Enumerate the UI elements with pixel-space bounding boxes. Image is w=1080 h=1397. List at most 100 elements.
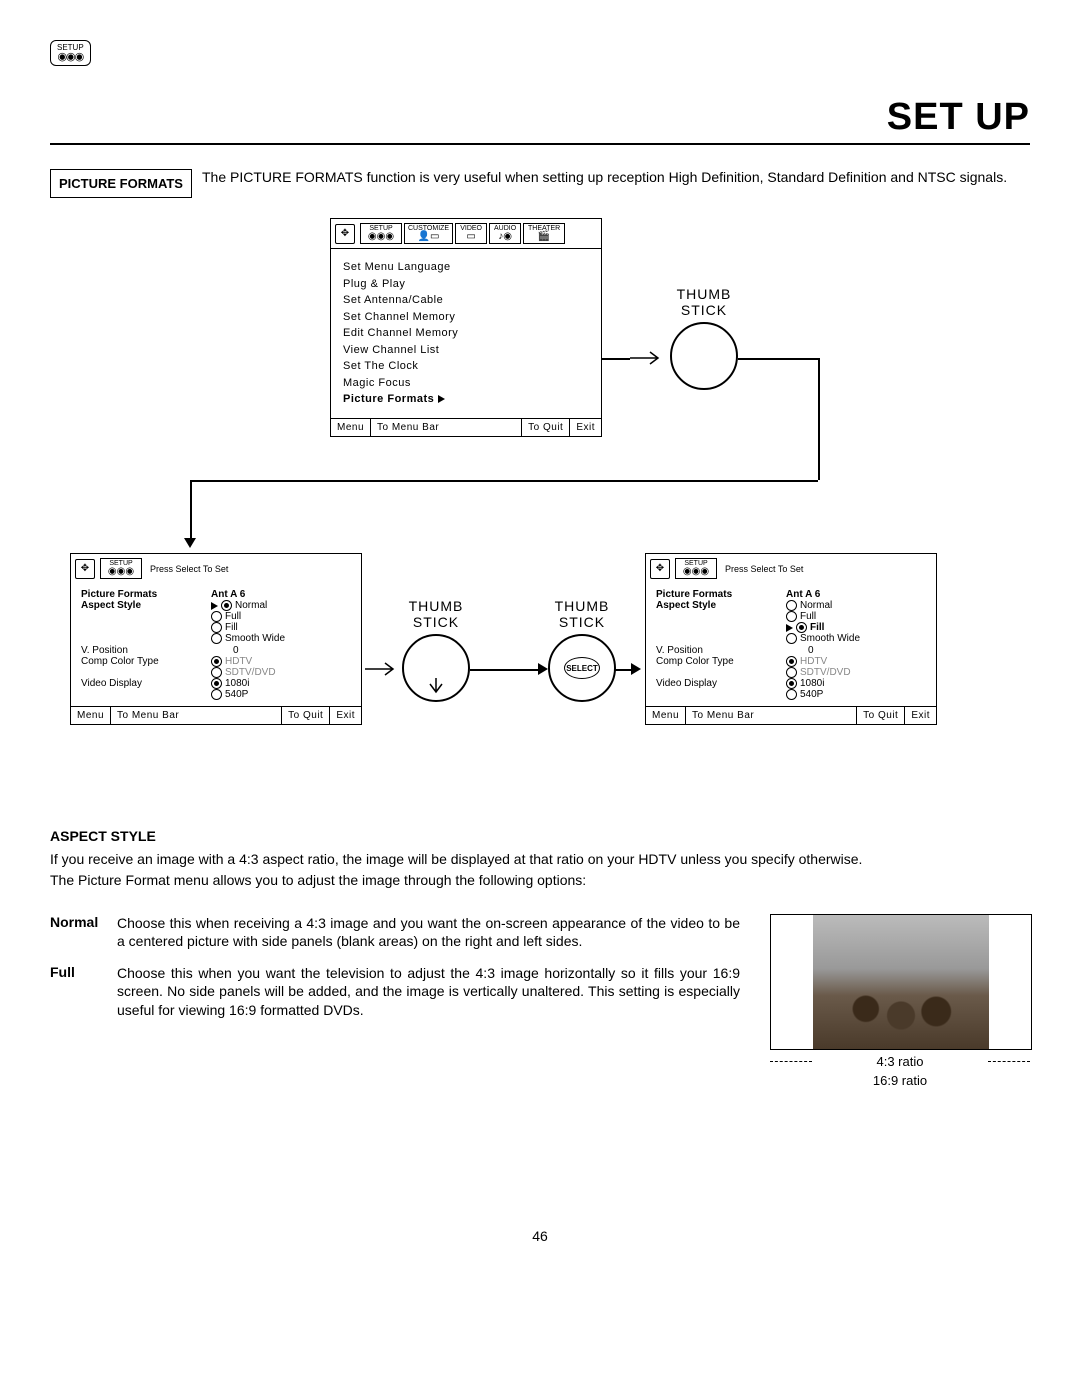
radio-empty-icon: [786, 611, 797, 622]
radio-filled-icon: [211, 656, 222, 667]
radio-filled-icon: [221, 600, 232, 611]
radio-filled-icon: [786, 656, 797, 667]
dash-line: [988, 1061, 1030, 1062]
aspect-style-label: Aspect Style: [656, 600, 786, 611]
connector-line: [470, 669, 540, 671]
thumb-label: THUMB: [402, 598, 470, 614]
comp-label: Comp Color Type: [656, 656, 786, 667]
vdisp-label: Video Display: [81, 678, 211, 689]
dash-line: [770, 1061, 812, 1062]
opt-hdtv[interactable]: HDTV: [211, 656, 351, 667]
sub-title: Picture Formats: [656, 589, 786, 600]
connector-line: [190, 480, 818, 482]
menu-item[interactable]: Magic Focus: [343, 375, 589, 392]
footer-tobar: To Menu Bar: [111, 707, 282, 724]
opt-fill[interactable]: Fill: [211, 622, 351, 633]
thumb-label: STICK: [402, 614, 470, 630]
sub-header-text: Press Select To Set: [725, 564, 803, 574]
opt-540p[interactable]: 540P: [211, 689, 351, 700]
joystick-icon: ✥: [75, 559, 95, 579]
radio-filled-icon: [796, 622, 807, 633]
opt-full[interactable]: Full: [786, 611, 926, 622]
radio-empty-icon: [211, 611, 222, 622]
connector-line: [602, 358, 630, 360]
menu-footer: Menu To Menu Bar To Quit Exit: [71, 706, 361, 724]
opt-fill-selected[interactable]: Fill: [786, 622, 926, 633]
page-number: 46: [50, 1228, 1030, 1244]
thumb-label: THUMB: [548, 598, 616, 614]
comp-label: Comp Color Type: [81, 656, 211, 667]
video-tab-icon: ▭: [466, 232, 475, 242]
select-button[interactable]: SELECT: [564, 657, 600, 679]
thumbstick-circle[interactable]: [670, 322, 738, 390]
joystick-icon: ✥: [650, 559, 670, 579]
opt-540p[interactable]: 540P: [786, 689, 926, 700]
ratio-169-row: 16:9 ratio: [770, 1073, 1030, 1088]
opt-1080i[interactable]: 1080i: [786, 678, 926, 689]
vpos-label: V. Position: [81, 645, 211, 656]
option-normal: Normal Choose this when receiving a 4:3 …: [50, 914, 740, 950]
menu-item[interactable]: View Channel List: [343, 342, 589, 359]
opt-full[interactable]: Full: [211, 611, 351, 622]
tab-setup[interactable]: SETUP◉◉◉: [360, 223, 402, 244]
menu-item[interactable]: Set Antenna/Cable: [343, 292, 589, 309]
option-label: Normal: [50, 914, 105, 950]
option-full: Full Choose this when you want the telev…: [50, 964, 740, 1019]
ratio-outer-box: [770, 914, 1032, 1050]
thumbstick-circle-select[interactable]: SELECT: [548, 634, 616, 702]
menu-item[interactable]: Set Menu Language: [343, 259, 589, 276]
footer-menu: Menu: [646, 707, 686, 724]
radio-empty-icon: [211, 689, 222, 700]
arrow-right-icon: [211, 602, 218, 610]
footer-tobar: To Menu Bar: [371, 419, 522, 436]
footer-exit: Exit: [330, 707, 361, 724]
menu-item-selected[interactable]: Picture Formats: [343, 391, 589, 408]
arrow-right-icon: [538, 663, 548, 675]
ratio-169-label: 16:9 ratio: [867, 1073, 933, 1088]
arrow-right-icon: [438, 395, 445, 403]
tab-audio[interactable]: AUDIO♪◉: [489, 223, 521, 244]
menu-item[interactable]: Plug & Play: [343, 276, 589, 293]
tab-customize[interactable]: CUSTOMIZE👤▭: [404, 223, 453, 244]
tab-video[interactable]: VIDEO▭: [455, 223, 487, 244]
footer-menu: Menu: [71, 707, 111, 724]
vpos-value: 0: [211, 645, 351, 656]
opt-sdtv[interactable]: SDTV/DVD: [211, 667, 351, 678]
thumbstick-1: THUMB STICK: [670, 286, 738, 390]
radio-empty-icon: [786, 633, 797, 644]
ant-label: Ant A 6: [786, 589, 926, 600]
arrow-right-icon: [786, 624, 793, 632]
menu-item[interactable]: Set Channel Memory: [343, 309, 589, 326]
opt-normal[interactable]: Normal: [211, 600, 351, 611]
tab-setup-small: SETUP◉◉◉: [100, 558, 142, 579]
setup-tab-icon: ◉◉◉: [368, 232, 394, 242]
opt-smooth[interactable]: Smooth Wide: [211, 633, 351, 644]
arrow-into-thumb-1: [630, 350, 668, 366]
thumbstick-circle[interactable]: [402, 634, 470, 702]
radio-empty-icon: [211, 667, 222, 678]
sub-body-left: Picture FormatsAnt A 6 Aspect StyleNorma…: [71, 583, 361, 706]
options-row: Normal Choose this when receiving a 4:3 …: [50, 914, 1030, 1088]
thumbstick-2: THUMB STICK: [402, 598, 470, 702]
menu-item[interactable]: Edit Channel Memory: [343, 325, 589, 342]
opt-hdtv[interactable]: HDTV: [786, 656, 926, 667]
radio-filled-icon: [211, 678, 222, 689]
opt-normal[interactable]: Normal: [786, 600, 926, 611]
main-menu-panel: ✥ SETUP◉◉◉ CUSTOMIZE👤▭ VIDEO▭ AUDIO♪◉ TH…: [330, 218, 602, 437]
menu-item[interactable]: Set The Clock: [343, 358, 589, 375]
ratio-inner-image: [813, 915, 989, 1049]
footer-toquit: To Quit: [857, 707, 905, 724]
opt-sdtv[interactable]: SDTV/DVD: [786, 667, 926, 678]
page-title: SET UP: [50, 96, 1030, 145]
aspect-style-label: Aspect Style: [81, 600, 211, 611]
ratio-figure: 4:3 ratio 16:9 ratio: [770, 914, 1030, 1088]
setup-badge: SETUP ◉◉◉: [50, 40, 91, 66]
ratio-43-row: 4:3 ratio: [770, 1054, 1030, 1069]
footer-toquit: To Quit: [522, 419, 570, 436]
menu-footer: Menu To Menu Bar To Quit Exit: [646, 706, 936, 724]
sub-header-row: ✥ SETUP◉◉◉ Press Select To Set: [646, 554, 936, 583]
tab-theater[interactable]: THEATER🎬: [523, 223, 565, 244]
opt-1080i[interactable]: 1080i: [211, 678, 351, 689]
opt-smooth[interactable]: Smooth Wide: [786, 633, 926, 644]
footer-menu: Menu: [331, 419, 371, 436]
